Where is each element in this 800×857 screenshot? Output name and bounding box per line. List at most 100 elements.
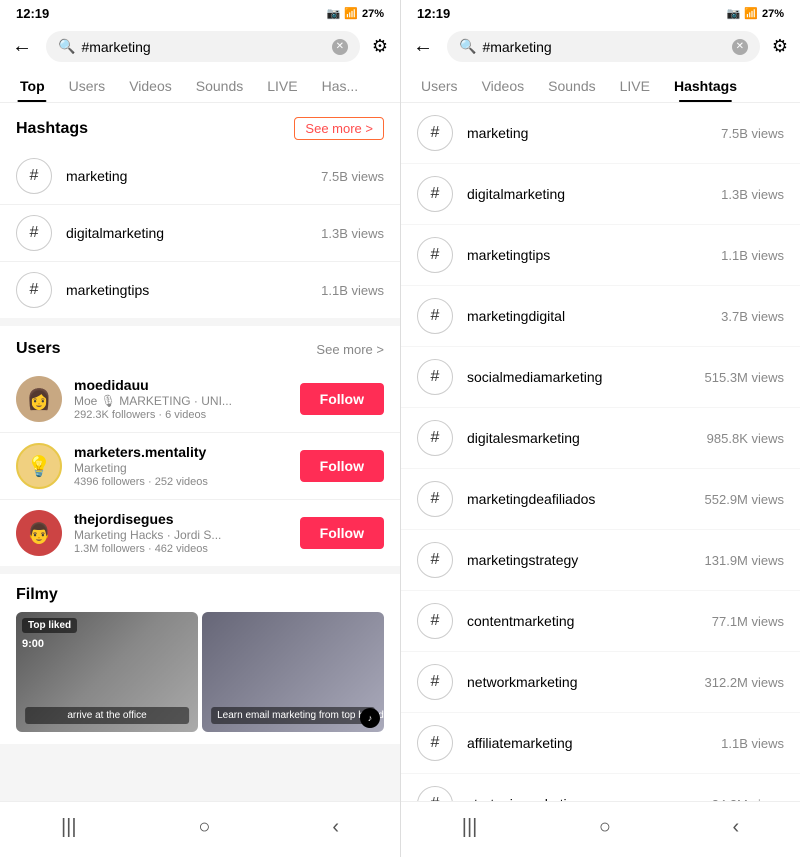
user-row-3[interactable]: 👨 thejordisegues Marketing Hacks · Jordi… [0, 500, 400, 566]
tab-users-right[interactable]: Users [409, 68, 470, 102]
hashtag-item-marketing[interactable]: # marketing 7.5B views [0, 148, 400, 205]
hashtag-item-digitalmarketing[interactable]: # digitalmarketing 1.3B views [0, 205, 400, 262]
hashtag-views-r3: 1.1B views [721, 248, 784, 263]
filmy-title: Filmy [0, 574, 400, 612]
hashtag-name-r2: digitalmarketing [467, 186, 707, 202]
battery-left: 27% [362, 8, 384, 20]
tiktok-logo: ♪ [360, 708, 380, 728]
hashtags-see-more-button[interactable]: See more > [294, 117, 384, 140]
bottom-nav-right: ||| ○ ‹ [401, 801, 800, 857]
hash-icon-r7: # [417, 481, 453, 517]
hashtag-views-r10: 312.2M views [705, 675, 784, 690]
tab-live-right[interactable]: LIVE [608, 68, 662, 102]
hashtag-row-1[interactable]: # marketing 7.5B views [401, 103, 800, 164]
nav-home-left[interactable]: ○ [178, 812, 230, 843]
hashtag-name-r7: marketingdeafiliados [467, 491, 691, 507]
hash-icon-r10: # [417, 664, 453, 700]
hashtag-row-10[interactable]: # networkmarketing 312.2M views [401, 652, 800, 713]
hashtag-row-2[interactable]: # digitalmarketing 1.3B views [401, 164, 800, 225]
hashtag-views-r8: 131.9M views [705, 553, 784, 568]
hashtag-views-2: 1.3B views [321, 226, 384, 241]
tab-live-left[interactable]: LIVE [255, 68, 309, 102]
hash-icon-r12: # [417, 786, 453, 801]
back-button-right[interactable]: ← [413, 33, 439, 60]
hashtag-views-3: 1.1B views [321, 283, 384, 298]
avatar-2: 💡 [16, 443, 62, 489]
nav-back-right[interactable]: ‹ [713, 812, 760, 843]
hashtag-row-6[interactable]: # digitalesmarketing 985.8K views [401, 408, 800, 469]
video-thumb-2[interactable]: Learn email marketing from top brands ♪ [202, 612, 384, 732]
hash-icon-r4: # [417, 298, 453, 334]
hashtag-row-8[interactable]: # marketingstrategy 131.9M views [401, 530, 800, 591]
hashtag-views-r2: 1.3B views [721, 187, 784, 202]
filter-button-left[interactable]: ⚙ [372, 36, 388, 57]
video-badge-1: Top liked [22, 618, 77, 633]
hashtag-name-r5: socialmediamarketing [467, 369, 691, 385]
hashtag-row-9[interactable]: # contentmarketing 77.1M views [401, 591, 800, 652]
tab-videos-right[interactable]: Videos [470, 68, 537, 102]
video-caption-1: arrive at the office [25, 707, 189, 724]
hashtag-row-7[interactable]: # marketingdeafiliados 552.9M views [401, 469, 800, 530]
users-section-title: Users [16, 340, 60, 358]
search-input-wrap-left[interactable]: 🔍 #marketing ✕ [46, 31, 360, 62]
user-desc-1: Moe 🎙 MARKETING · UNI... [74, 394, 288, 408]
follow-button-2[interactable]: Follow [300, 450, 384, 482]
battery-right: 27% [762, 8, 784, 20]
hashtag-row-12[interactable]: # strategiemarketing 34.3M views [401, 774, 800, 801]
tab-users-left[interactable]: Users [57, 68, 118, 102]
hashtag-row-4[interactable]: # marketingdigital 3.7B views [401, 286, 800, 347]
search-bar-right: ← 🔍 #marketing ✕ ⚙ [401, 25, 800, 68]
hash-icon-r2: # [417, 176, 453, 212]
hash-icon-2: # [16, 215, 52, 251]
hashtag-name-r10: networkmarketing [467, 674, 691, 690]
nav-back-left[interactable]: ‹ [312, 812, 359, 843]
hash-icon-1: # [16, 158, 52, 194]
user-row-2[interactable]: 💡 marketers.mentality Marketing 4396 fol… [0, 433, 400, 500]
hash-icon-r6: # [417, 420, 453, 456]
hashtag-row-11[interactable]: # affiliatemarketing 1.1B views [401, 713, 800, 774]
right-panel: 12:19 📷 📶 27% ← 🔍 #marketing ✕ ⚙ Users V… [400, 0, 800, 857]
user-info-2: marketers.mentality Marketing 4396 follo… [74, 444, 288, 488]
tab-top[interactable]: Top [8, 68, 57, 102]
tab-sounds-right[interactable]: Sounds [536, 68, 607, 102]
nav-home-right[interactable]: ○ [579, 812, 631, 843]
follow-button-3[interactable]: Follow [300, 517, 384, 549]
status-time-right: 12:19 [417, 6, 450, 21]
user-stats-3: 1.3M followers · 462 videos [74, 543, 288, 555]
follow-button-1[interactable]: Follow [300, 383, 384, 415]
avatar-3: 👨 [16, 510, 62, 556]
search-input-wrap-right[interactable]: 🔍 #marketing ✕ [447, 31, 760, 62]
back-button-left[interactable]: ← [12, 33, 38, 60]
hashtags-section-header: Hashtags See more > [0, 103, 400, 148]
tab-hashtags-right[interactable]: Hashtags [662, 68, 749, 102]
hashtag-item-marketingtips[interactable]: # marketingtips 1.1B views [0, 262, 400, 318]
hashtags-section-title: Hashtags [16, 120, 88, 138]
tab-videos-left[interactable]: Videos [117, 68, 184, 102]
hashtag-views-r9: 77.1M views [712, 614, 784, 629]
hash-icon-r3: # [417, 237, 453, 273]
users-see-more-button[interactable]: See more > [316, 342, 384, 357]
tab-has-left[interactable]: Has... [310, 68, 371, 102]
video-thumb-1[interactable]: Top liked 9:00 arrive at the office [16, 612, 198, 732]
avatar-1: 👩 [16, 376, 62, 422]
clear-button-left[interactable]: ✕ [332, 39, 348, 55]
hashtag-name-r1: marketing [467, 125, 707, 141]
nav-menu-left[interactable]: ||| [41, 812, 97, 843]
user-row-1[interactable]: 👩 moedidauu Moe 🎙 MARKETING · UNI... 292… [0, 366, 400, 433]
hashtag-name-r4: marketingdigital [467, 308, 707, 324]
hashtag-row-5[interactable]: # socialmediamarketing 515.3M views [401, 347, 800, 408]
user-stats-2: 4396 followers · 252 videos [74, 476, 288, 488]
hashtag-name-r8: marketingstrategy [467, 552, 691, 568]
hashtag-row-3[interactable]: # marketingtips 1.1B views [401, 225, 800, 286]
search-bar-left: ← 🔍 #marketing ✕ ⚙ [0, 25, 400, 68]
tab-sounds-left[interactable]: Sounds [184, 68, 255, 102]
clear-button-right[interactable]: ✕ [732, 39, 748, 55]
hashtag-list-full: # marketing 7.5B views # digitalmarketin… [401, 103, 800, 801]
filter-button-right[interactable]: ⚙ [772, 36, 788, 57]
user-info-1: moedidauu Moe 🎙 MARKETING · UNI... 292.3… [74, 377, 288, 421]
bottom-nav-left: ||| ○ ‹ [0, 801, 400, 857]
nav-menu-right[interactable]: ||| [442, 812, 498, 843]
hash-icon-3: # [16, 272, 52, 308]
search-query-right: #marketing [482, 39, 725, 55]
search-icon-right: 🔍 [459, 38, 476, 55]
